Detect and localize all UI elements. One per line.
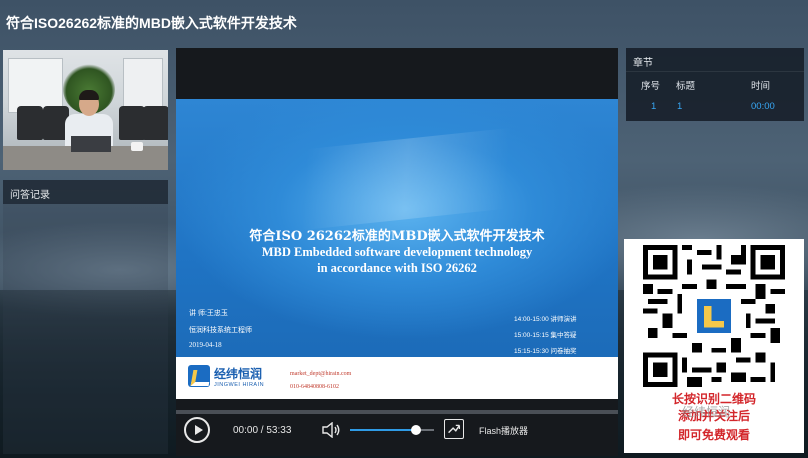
slide-schedule-item: 14:00-15:00 讲师演讲 [514,316,577,323]
camera-laptop [71,136,111,152]
chapters-header-title: 标题 [676,81,696,92]
slide-footer: 经纬恒润 JINGWEI HIRAIN market_dept@hirain.c… [176,357,618,399]
camera-window [123,58,163,108]
qr-watermark: 经纬恒润 [682,405,731,419]
slide-title-cn: 符合ISO 26262标准的MBD嵌入式软件开发技术 [249,229,545,244]
volume-icon[interactable] [321,422,341,438]
page-title: 符合ISO26262标准的MBD嵌入式软件开发技术 [6,15,297,31]
camera-cup [131,142,143,151]
presentation-slide: 符合ISO 26262标准的MBD嵌入式软件开发技术 MBD Embedded … [176,99,618,399]
chapters-panel: 章节 序号 标题 时间 1 1 00:00 [626,48,804,121]
slide-speaker: 讲 师:王忠玉 [189,310,228,317]
company-logo-icon [188,365,210,387]
qa-records-panel [3,204,168,454]
volume-slider[interactable] [350,425,434,435]
video-player[interactable]: 符合ISO 26262标准的MBD嵌入式软件开发技术 MBD Embedded … [176,48,618,456]
chapters-header-index: 序号 [641,81,661,92]
flash-player-icon[interactable] [444,419,464,439]
qa-records-label: 问答记录 [10,190,50,201]
camera-chair [143,106,168,140]
volume-slider-fill [350,429,416,431]
playback-progress-bar[interactable] [176,410,618,414]
company-logo-cn: 经纬恒润 [214,367,263,381]
player-controls: 00:00 / 53:33 Flash播放器 [176,416,618,456]
chapter-index: 1 [651,101,657,112]
camera-speaker-hair [79,90,99,100]
slide-schedule-item: 15:15-15:30 问卷抽奖 [514,348,577,355]
camera-chair [119,106,145,140]
chapter-row[interactable]: 1 1 00:00 [626,101,804,119]
chapter-time: 00:00 [751,101,775,112]
qa-records-tab[interactable]: 问答记录 [3,180,168,204]
chapters-header-row: 序号 标题 时间 [626,78,804,96]
qr-code-overlay: 长按识别二维码 添加并关注后 经纬恒润 即可免费观看 [624,239,804,453]
time-display: 00:00 / 53:33 [233,425,292,436]
slide-schedule-item: 15:00-15:15 集中答疑 [514,332,577,339]
qr-caption-line3: 即可免费观看 [677,428,750,442]
slide-title-en-line1: MBD Embedded software development techno… [261,245,533,259]
camera-chair [17,106,43,140]
play-icon[interactable] [184,417,210,443]
chapters-header-time: 时间 [751,81,771,92]
slide-speaker-role: 恒润科技系统工程师 [189,327,252,334]
camera-window [8,58,63,113]
contact-email: market_dept@hirain.com [290,371,352,377]
qr-code-image[interactable] [643,245,785,387]
flash-player-button[interactable]: Flash播放器 [479,424,528,437]
speaker-camera-feed [3,50,168,170]
slide-title-en-line2: in accordance with ISO 26262 [317,261,477,275]
chapter-title: 1 [677,101,683,112]
volume-slider-handle[interactable] [410,425,421,435]
contact-phone: 010-64840808-6102 [290,384,339,390]
slide-date: 2019-04-18 [189,341,222,349]
chapters-title: 章节 [626,48,804,72]
company-logo-en: JINGWEI HIRAIN [214,382,265,388]
